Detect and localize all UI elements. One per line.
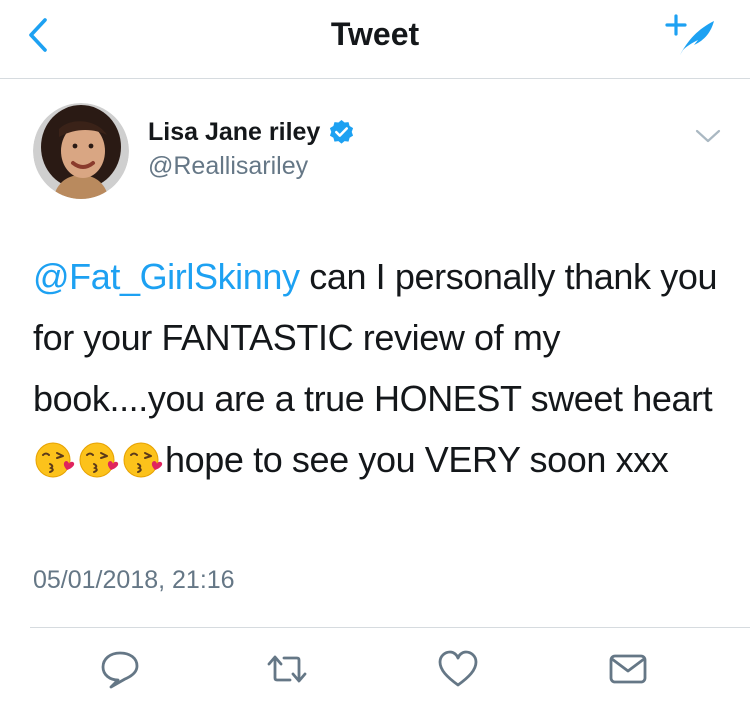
page-title: Tweet: [330, 16, 420, 52]
top-nav-bar: Tweet: [0, 0, 750, 79]
direct-message-button[interactable]: [607, 648, 649, 690]
avatar[interactable]: [33, 103, 129, 199]
profile-photo: [33, 103, 129, 199]
mention-link[interactable]: @Fat_GirlSkinny: [33, 256, 300, 297]
retweet-button[interactable]: [266, 648, 308, 690]
face-blowing-a-kiss-emoji: [123, 442, 163, 478]
compose-tweet-icon: [665, 14, 714, 55]
like-icon: [438, 650, 478, 687]
kiss-emoji-group: [33, 439, 165, 480]
like-button[interactable]: [437, 648, 479, 690]
divider: [30, 627, 750, 628]
face-blowing-a-kiss-emoji: [79, 442, 119, 478]
tweet-text-part2: hope to see you VERY soon xxx: [165, 439, 669, 480]
direct-message-icon: [609, 654, 647, 684]
author-handle[interactable]: @Reallisariley: [148, 152, 308, 181]
tweet-options-button[interactable]: [690, 122, 726, 150]
retweet-icon: [267, 655, 307, 683]
reply-icon: [101, 651, 139, 689]
tweet-body: @Fat_GirlSkinny can I personally thank y…: [33, 246, 733, 490]
chevron-down-icon: [695, 129, 721, 143]
verified-badge-icon: [330, 119, 354, 144]
face-blowing-a-kiss-emoji: [35, 442, 75, 478]
author-name-text: Lisa Jane riley: [148, 118, 321, 146]
tweet-timestamp: 05/01/2018, 21:16: [33, 566, 235, 594]
author-name[interactable]: Lisa Jane riley: [148, 118, 355, 147]
compose-tweet-button[interactable]: [660, 10, 720, 62]
reply-button[interactable]: [99, 648, 141, 690]
